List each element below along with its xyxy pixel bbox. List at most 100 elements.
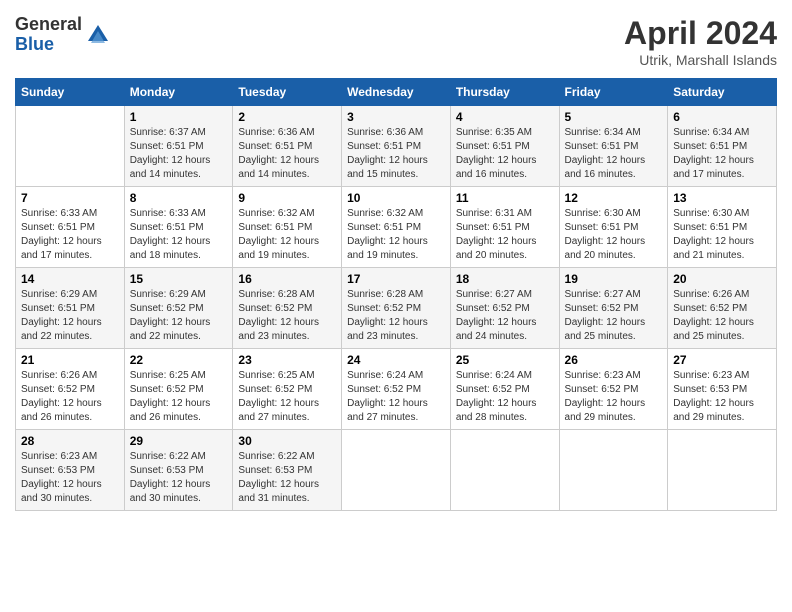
day-info: Sunrise: 6:30 AMSunset: 6:51 PMDaylight:… [565,207,663,263]
header-row: SundayMondayTuesdayWednesdayThursdayFrid… [16,79,777,106]
day-number: 25 [456,353,554,367]
day-info: Sunrise: 6:34 AMSunset: 6:51 PMDaylight:… [673,126,771,182]
day-number: 1 [130,110,228,124]
day-number: 28 [21,434,119,448]
day-info: Sunrise: 6:25 AMSunset: 6:52 PMDaylight:… [238,369,336,425]
day-cell: 18 Sunrise: 6:27 AMSunset: 6:52 PMDayligh… [450,268,559,349]
day-cell: 24 Sunrise: 6:24 AMSunset: 6:52 PMDayligh… [342,349,451,430]
day-cell: 7 Sunrise: 6:33 AMSunset: 6:51 PMDaylight… [16,187,125,268]
day-cell: 23 Sunrise: 6:25 AMSunset: 6:52 PMDayligh… [233,349,342,430]
day-cell: 11 Sunrise: 6:31 AMSunset: 6:51 PMDayligh… [450,187,559,268]
day-info: Sunrise: 6:23 AMSunset: 6:53 PMDaylight:… [673,369,771,425]
day-cell: 21 Sunrise: 6:26 AMSunset: 6:52 PMDayligh… [16,349,125,430]
month-title: April 2024 [624,15,777,52]
day-cell: 4 Sunrise: 6:35 AMSunset: 6:51 PMDaylight… [450,106,559,187]
day-cell: 26 Sunrise: 6:23 AMSunset: 6:52 PMDayligh… [559,349,668,430]
day-info: Sunrise: 6:32 AMSunset: 6:51 PMDaylight:… [238,207,336,263]
day-info: Sunrise: 6:27 AMSunset: 6:52 PMDaylight:… [456,288,554,344]
day-info: Sunrise: 6:32 AMSunset: 6:51 PMDaylight:… [347,207,445,263]
day-info: Sunrise: 6:24 AMSunset: 6:52 PMDaylight:… [456,369,554,425]
day-number: 5 [565,110,663,124]
day-number: 7 [21,191,119,205]
day-cell: 28 Sunrise: 6:23 AMSunset: 6:53 PMDayligh… [16,430,125,511]
day-cell [668,430,777,511]
day-number: 14 [21,272,119,286]
day-number: 30 [238,434,336,448]
day-cell: 22 Sunrise: 6:25 AMSunset: 6:52 PMDayligh… [124,349,233,430]
header-tuesday: Tuesday [233,79,342,106]
location: Utrik, Marshall Islands [624,52,777,68]
day-info: Sunrise: 6:37 AMSunset: 6:51 PMDaylight:… [130,126,228,182]
day-cell: 29 Sunrise: 6:22 AMSunset: 6:53 PMDayligh… [124,430,233,511]
day-cell: 13 Sunrise: 6:30 AMSunset: 6:51 PMDayligh… [668,187,777,268]
day-number: 16 [238,272,336,286]
header-thursday: Thursday [450,79,559,106]
logo-blue: Blue [15,35,82,55]
day-cell: 20Sunrise: 6:26 AMSunset: 6:52 PMDayligh… [668,268,777,349]
header-sunday: Sunday [16,79,125,106]
day-cell: 17Sunrise: 6:28 AMSunset: 6:52 PMDayligh… [342,268,451,349]
day-cell: 27Sunrise: 6:23 AMSunset: 6:53 PMDayligh… [668,349,777,430]
header-monday: Monday [124,79,233,106]
day-number: 23 [238,353,336,367]
day-cell: 19Sunrise: 6:27 AMSunset: 6:52 PMDayligh… [559,268,668,349]
day-number: 8 [130,191,228,205]
week-row-3: 14 Sunrise: 6:29 AMSunset: 6:51 PMDayligh… [16,268,777,349]
day-info: Sunrise: 6:29 AMSunset: 6:51 PMDaylight:… [21,288,119,344]
day-cell: 25 Sunrise: 6:24 AMSunset: 6:52 PMDayligh… [450,349,559,430]
day-number: 26 [565,353,663,367]
day-number: 11 [456,191,554,205]
day-number: 4 [456,110,554,124]
header-wednesday: Wednesday [342,79,451,106]
day-number: 2 [238,110,336,124]
day-info: Sunrise: 6:24 AMSunset: 6:52 PMDaylight:… [347,369,445,425]
day-cell: 8 Sunrise: 6:33 AMSunset: 6:51 PMDaylight… [124,187,233,268]
day-cell: 12Sunrise: 6:30 AMSunset: 6:51 PMDayligh… [559,187,668,268]
day-info: Sunrise: 6:22 AMSunset: 6:53 PMDaylight:… [238,450,336,506]
day-info: Sunrise: 6:33 AMSunset: 6:51 PMDaylight:… [130,207,228,263]
week-row-5: 28 Sunrise: 6:23 AMSunset: 6:53 PMDayligh… [16,430,777,511]
week-row-1: 1 Sunrise: 6:37 AMSunset: 6:51 PMDaylight… [16,106,777,187]
day-cell [450,430,559,511]
day-cell: 3 Sunrise: 6:36 AMSunset: 6:51 PMDaylight… [342,106,451,187]
day-info: Sunrise: 6:36 AMSunset: 6:51 PMDaylight:… [238,126,336,182]
day-info: Sunrise: 6:26 AMSunset: 6:52 PMDaylight:… [673,288,771,344]
day-info: Sunrise: 6:35 AMSunset: 6:51 PMDaylight:… [456,126,554,182]
day-cell [559,430,668,511]
day-cell [342,430,451,511]
day-number: 18 [456,272,554,286]
day-cell: 5 Sunrise: 6:34 AMSunset: 6:51 PMDaylight… [559,106,668,187]
day-number: 3 [347,110,445,124]
day-info: Sunrise: 6:29 AMSunset: 6:52 PMDaylight:… [130,288,228,344]
day-info: Sunrise: 6:34 AMSunset: 6:51 PMDaylight:… [565,126,663,182]
day-info: Sunrise: 6:31 AMSunset: 6:51 PMDaylight:… [456,207,554,263]
day-number: 15 [130,272,228,286]
day-info: Sunrise: 6:30 AMSunset: 6:51 PMDaylight:… [673,207,771,263]
day-cell: 1 Sunrise: 6:37 AMSunset: 6:51 PMDaylight… [124,106,233,187]
day-cell: 14 Sunrise: 6:29 AMSunset: 6:51 PMDayligh… [16,268,125,349]
day-number: 21 [21,353,119,367]
day-number: 13 [673,191,771,205]
day-info: Sunrise: 6:28 AMSunset: 6:52 PMDaylight:… [238,288,336,344]
day-cell: 2 Sunrise: 6:36 AMSunset: 6:51 PMDaylight… [233,106,342,187]
day-info: Sunrise: 6:25 AMSunset: 6:52 PMDaylight:… [130,369,228,425]
header-friday: Friday [559,79,668,106]
day-info: Sunrise: 6:36 AMSunset: 6:51 PMDaylight:… [347,126,445,182]
day-info: Sunrise: 6:26 AMSunset: 6:52 PMDaylight:… [21,369,119,425]
day-info: Sunrise: 6:33 AMSunset: 6:51 PMDaylight:… [21,207,119,263]
day-number: 17 [347,272,445,286]
day-cell: 10Sunrise: 6:32 AMSunset: 6:51 PMDayligh… [342,187,451,268]
day-info: Sunrise: 6:23 AMSunset: 6:53 PMDaylight:… [21,450,119,506]
day-cell: 15 Sunrise: 6:29 AMSunset: 6:52 PMDayligh… [124,268,233,349]
calendar-table: SundayMondayTuesdayWednesdayThursdayFrid… [15,78,777,511]
day-number: 9 [238,191,336,205]
day-number: 24 [347,353,445,367]
week-row-4: 21 Sunrise: 6:26 AMSunset: 6:52 PMDayligh… [16,349,777,430]
page-header: General Blue April 2024 Utrik, Marshall … [15,15,777,68]
day-info: Sunrise: 6:23 AMSunset: 6:52 PMDaylight:… [565,369,663,425]
day-number: 6 [673,110,771,124]
day-info: Sunrise: 6:22 AMSunset: 6:53 PMDaylight:… [130,450,228,506]
day-number: 29 [130,434,228,448]
logo: General Blue [15,15,112,55]
day-number: 22 [130,353,228,367]
